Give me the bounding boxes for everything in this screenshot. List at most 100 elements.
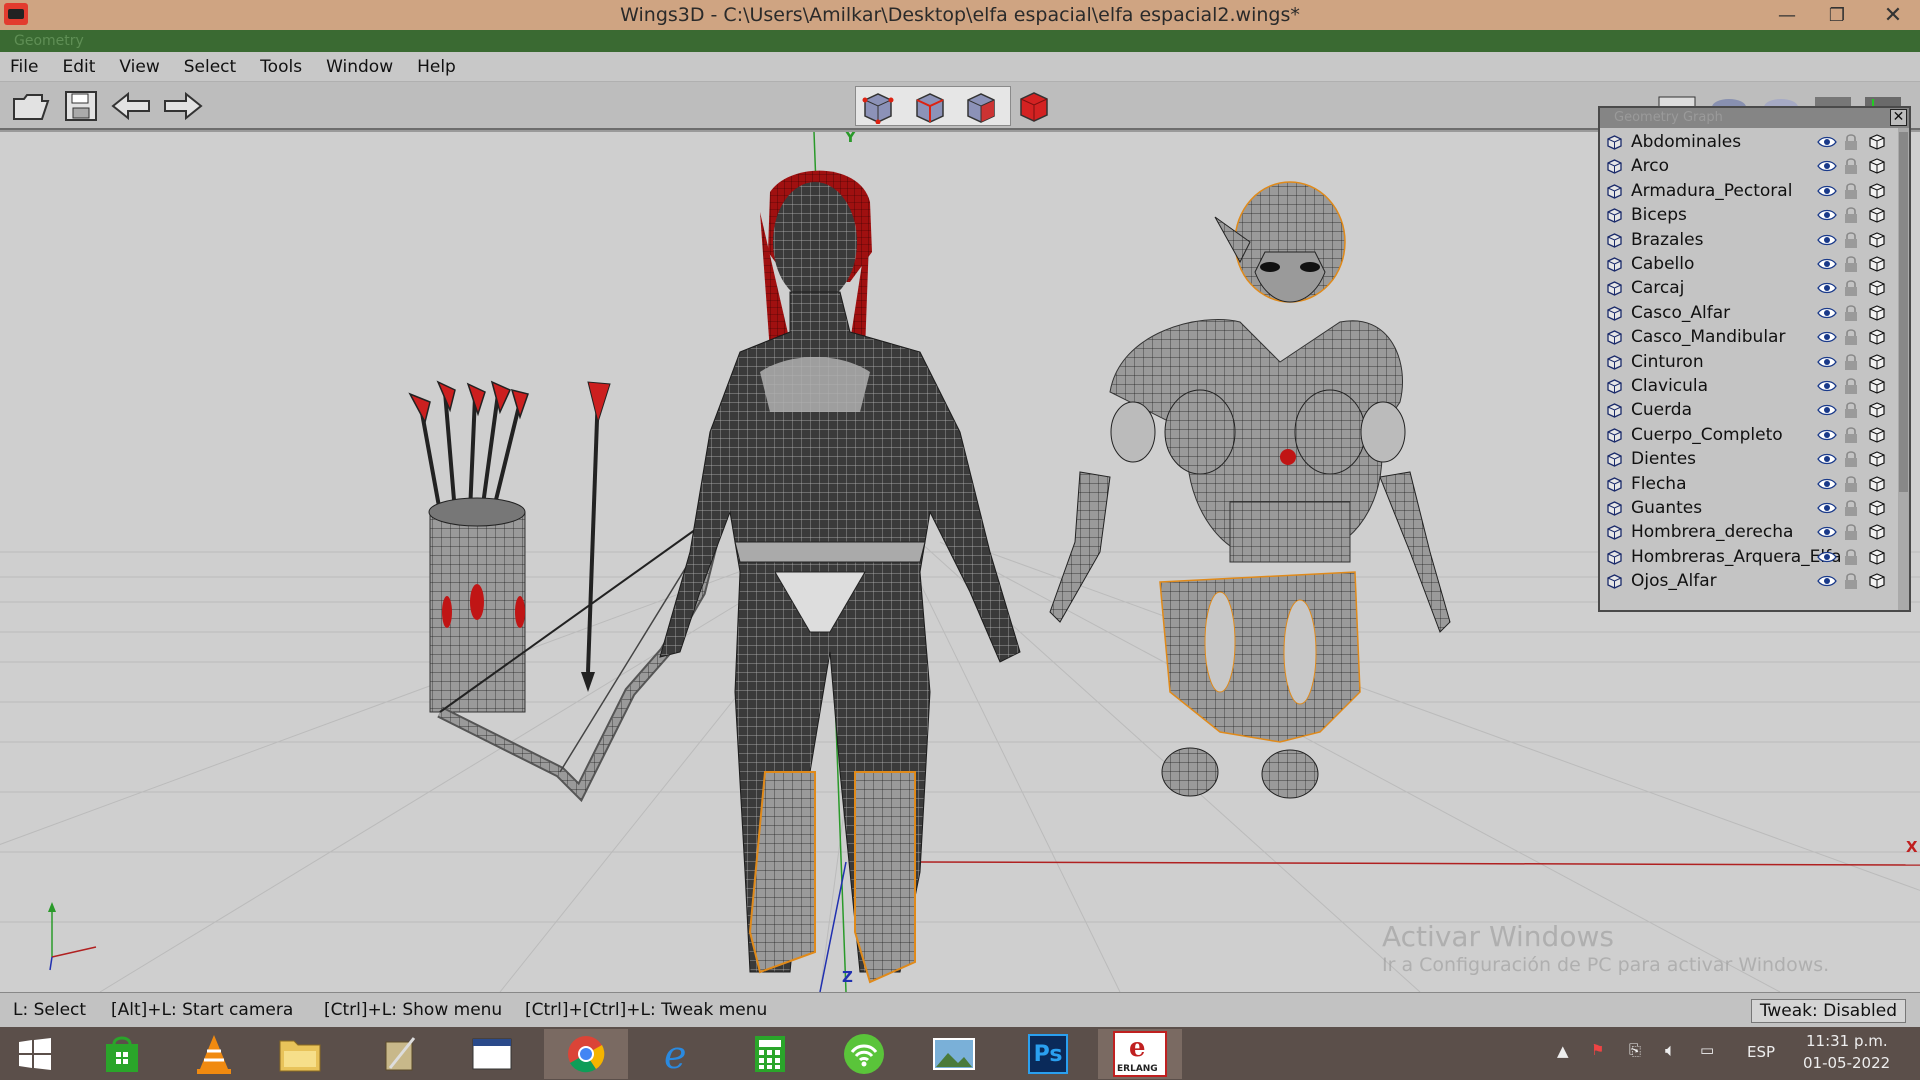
object-row[interactable]: Carcaj: [1600, 276, 1900, 300]
object-row[interactable]: Flecha: [1600, 472, 1900, 496]
wireframe-cube-icon[interactable]: [1868, 182, 1886, 200]
object-row[interactable]: Dientes: [1600, 447, 1900, 471]
wireframe-cube-icon[interactable]: [1868, 499, 1886, 517]
visibility-eye-icon[interactable]: [1816, 451, 1838, 467]
object-row[interactable]: Abdominales: [1600, 130, 1900, 154]
wireframe-cube-icon[interactable]: [1868, 572, 1886, 590]
visibility-eye-icon[interactable]: [1816, 256, 1838, 272]
object-row[interactable]: Hombrera_derecha: [1600, 520, 1900, 544]
taskbar-vlc[interactable]: [172, 1029, 256, 1079]
visibility-eye-icon[interactable]: [1816, 402, 1838, 418]
visibility-eye-icon[interactable]: [1816, 280, 1838, 296]
visibility-eye-icon[interactable]: [1816, 476, 1838, 492]
body-mode-button[interactable]: [1015, 89, 1053, 123]
visibility-eye-icon[interactable]: [1816, 232, 1838, 248]
wireframe-cube-icon[interactable]: [1868, 523, 1886, 541]
wireframe-cube-icon[interactable]: [1868, 475, 1886, 493]
lock-icon[interactable]: [1843, 157, 1859, 175]
lock-icon[interactable]: [1843, 475, 1859, 493]
visibility-eye-icon[interactable]: [1816, 305, 1838, 321]
visibility-eye-icon[interactable]: [1816, 134, 1838, 150]
geometry-graph-header[interactable]: Geometry Graph ✕: [1600, 108, 1909, 128]
outliner-close-button[interactable]: ✕: [1890, 109, 1907, 126]
minimize-button[interactable]: —: [1764, 0, 1810, 30]
object-row[interactable]: Casco_Mandibular: [1600, 325, 1900, 349]
lock-icon[interactable]: [1843, 499, 1859, 517]
menu-help[interactable]: Help: [407, 57, 470, 77]
lock-icon[interactable]: [1843, 523, 1859, 541]
lock-icon[interactable]: [1843, 328, 1859, 346]
lock-icon[interactable]: [1843, 206, 1859, 224]
wireframe-cube-icon[interactable]: [1868, 401, 1886, 419]
visibility-eye-icon[interactable]: [1816, 524, 1838, 540]
wireframe-cube-icon[interactable]: [1868, 231, 1886, 249]
wireframe-cube-icon[interactable]: [1868, 279, 1886, 297]
object-row[interactable]: Cuerda: [1600, 398, 1900, 422]
wireframe-cube-icon[interactable]: [1868, 206, 1886, 224]
taskbar-photoshop[interactable]: Ps: [1006, 1029, 1090, 1079]
tray-date[interactable]: 01-05-2022: [1803, 1054, 1890, 1072]
lock-icon[interactable]: [1843, 304, 1859, 322]
tray-action-center-icon[interactable]: ⚑: [1591, 1041, 1604, 1059]
tray-battery-icon[interactable]: ▭: [1700, 1041, 1714, 1059]
object-row[interactable]: Casco_Alfar: [1600, 301, 1900, 325]
undo-button[interactable]: [110, 89, 152, 123]
taskbar-scroll-app[interactable]: [358, 1029, 442, 1079]
object-row[interactable]: Armadura_Pectoral: [1600, 179, 1900, 203]
object-row[interactable]: Brazales: [1600, 228, 1900, 252]
wireframe-cube-icon[interactable]: [1868, 133, 1886, 151]
object-row[interactable]: Hombreras_Arquera_Elfa: [1600, 545, 1900, 569]
redo-button[interactable]: [162, 89, 204, 123]
lock-icon[interactable]: [1843, 182, 1859, 200]
edge-mode-button[interactable]: [911, 90, 949, 124]
wings3d-app-icon[interactable]: [4, 3, 28, 25]
wireframe-cube-icon[interactable]: [1868, 377, 1886, 395]
wireframe-cube-icon[interactable]: [1868, 548, 1886, 566]
object-row[interactable]: Guantes: [1600, 496, 1900, 520]
visibility-eye-icon[interactable]: [1816, 573, 1838, 589]
face-mode-button[interactable]: [962, 90, 1000, 124]
tray-network-icon[interactable]: ⎘: [1629, 1041, 1641, 1059]
menu-select[interactable]: Select: [174, 57, 250, 77]
outliner-scroll-thumb[interactable]: [1899, 132, 1908, 492]
taskbar-erlang-wings[interactable]: e ERLANG: [1098, 1029, 1182, 1079]
wireframe-cube-icon[interactable]: [1868, 328, 1886, 346]
lock-icon[interactable]: [1843, 377, 1859, 395]
visibility-eye-icon[interactable]: [1816, 329, 1838, 345]
visibility-eye-icon[interactable]: [1816, 500, 1838, 516]
outliner-scrollbar[interactable]: [1898, 128, 1909, 610]
menu-window[interactable]: Window: [316, 57, 407, 77]
lock-icon[interactable]: [1843, 353, 1859, 371]
lock-icon[interactable]: [1843, 133, 1859, 151]
save-file-button[interactable]: [60, 89, 102, 123]
wireframe-cube-icon[interactable]: [1868, 255, 1886, 273]
taskbar-store[interactable]: [80, 1029, 164, 1079]
object-row[interactable]: Biceps: [1600, 203, 1900, 227]
wireframe-cube-icon[interactable]: [1868, 353, 1886, 371]
lock-icon[interactable]: [1843, 255, 1859, 273]
wireframe-cube-icon[interactable]: [1868, 450, 1886, 468]
vertex-mode-button[interactable]: [859, 90, 897, 125]
start-button[interactable]: [0, 1029, 70, 1079]
tray-volume-icon[interactable]: 🔈︎: [1665, 1040, 1676, 1061]
object-row[interactable]: Arco: [1600, 154, 1900, 178]
close-button[interactable]: ✕: [1870, 0, 1916, 30]
lock-icon[interactable]: [1843, 450, 1859, 468]
lock-icon[interactable]: [1843, 572, 1859, 590]
wireframe-cube-icon[interactable]: [1868, 157, 1886, 175]
open-file-button[interactable]: [10, 89, 52, 123]
wireframe-cube-icon[interactable]: [1868, 426, 1886, 444]
visibility-eye-icon[interactable]: [1816, 549, 1838, 565]
tray-show-hidden-icon[interactable]: ▲: [1557, 1042, 1569, 1060]
taskbar-chrome[interactable]: [544, 1029, 628, 1079]
object-row[interactable]: Cuerpo_Completo: [1600, 423, 1900, 447]
taskbar-calculator[interactable]: [728, 1029, 812, 1079]
object-row[interactable]: Clavicula: [1600, 374, 1900, 398]
taskbar-window-app[interactable]: [450, 1029, 534, 1079]
visibility-eye-icon[interactable]: [1816, 207, 1838, 223]
menu-view[interactable]: View: [109, 57, 173, 77]
restore-button[interactable]: ❐: [1814, 0, 1860, 30]
object-row[interactable]: Cabello: [1600, 252, 1900, 276]
taskbar-wifi-app[interactable]: [822, 1029, 906, 1079]
object-row[interactable]: Ojos_Alfar: [1600, 569, 1900, 593]
